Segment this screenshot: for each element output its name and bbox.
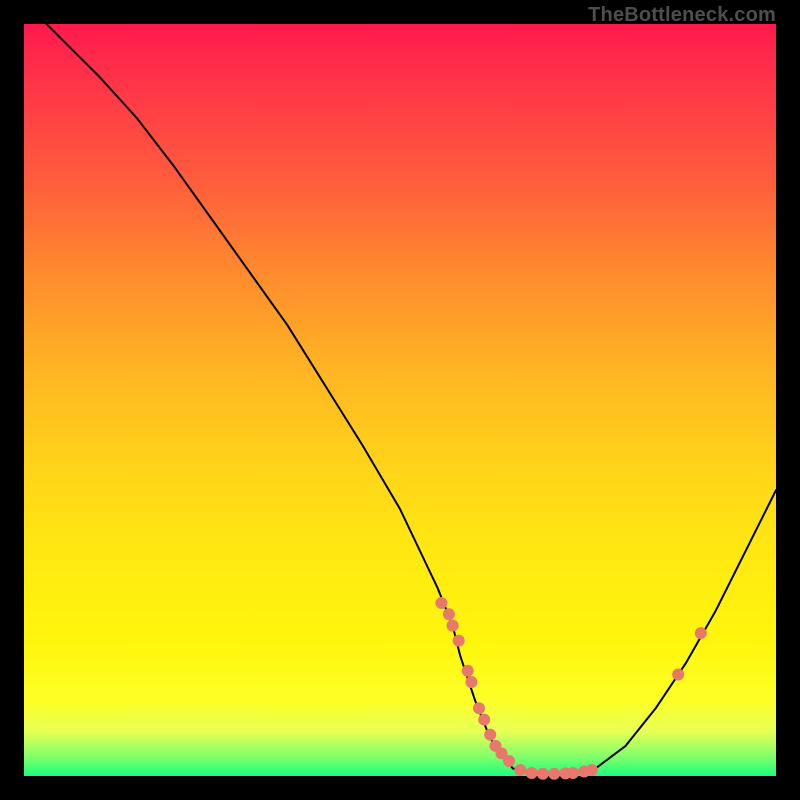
data-point [453, 635, 465, 647]
data-point [567, 767, 579, 779]
data-point [695, 627, 707, 639]
data-point [478, 714, 490, 726]
data-points-group [435, 597, 706, 780]
data-point [586, 764, 598, 776]
data-point [484, 729, 496, 741]
bottleneck-curve [47, 24, 776, 774]
data-point [447, 620, 459, 632]
data-point [435, 597, 447, 609]
data-point [548, 768, 560, 780]
data-point [443, 608, 455, 620]
chart-svg [24, 24, 776, 776]
data-point [514, 764, 526, 776]
data-point [672, 669, 684, 681]
data-point [503, 755, 515, 767]
chart-plot-area [24, 24, 776, 776]
data-point [537, 768, 549, 780]
data-point [526, 767, 538, 779]
data-point [465, 676, 477, 688]
data-point [473, 702, 485, 714]
data-point [462, 665, 474, 677]
